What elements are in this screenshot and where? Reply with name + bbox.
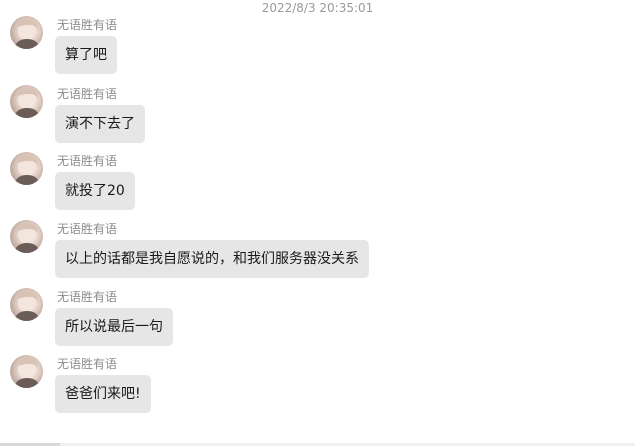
message-bubble[interactable]: 演不下去了 bbox=[55, 105, 145, 143]
avatar-icon[interactable] bbox=[10, 288, 43, 321]
sender-name: 无语胜有语 bbox=[57, 357, 118, 371]
sender-name: 无语胜有语 bbox=[57, 290, 118, 304]
avatar-icon[interactable] bbox=[10, 85, 43, 118]
chat-window: 2022/8/3 20:35:01 无语胜有语 算了吧 无语胜有语 演不下去了 bbox=[0, 0, 635, 446]
sender-name: 无语胜有语 bbox=[57, 87, 118, 101]
message-bubble[interactable]: 所以说最后一句 bbox=[55, 308, 173, 346]
avatar-icon[interactable] bbox=[10, 220, 43, 253]
sender-name: 无语胜有语 bbox=[57, 18, 118, 32]
avatar-icon[interactable] bbox=[10, 152, 43, 185]
message-bubble[interactable]: 以上的话都是我自愿说的，和我们服务器没关系 bbox=[55, 240, 369, 278]
message-row: 无语胜有语 就投了20 bbox=[10, 152, 620, 214]
message-bubble[interactable]: 就投了20 bbox=[55, 172, 135, 210]
message-row: 无语胜有语 爸爸们来吧! bbox=[10, 355, 620, 417]
message-row: 无语胜有语 算了吧 bbox=[10, 16, 620, 78]
avatar-icon[interactable] bbox=[10, 16, 43, 49]
message-timestamp: 2022/8/3 20:35:01 bbox=[261, 1, 374, 15]
sender-name: 无语胜有语 bbox=[57, 222, 118, 236]
avatar-icon[interactable] bbox=[10, 355, 43, 388]
message-bubble[interactable]: 爸爸们来吧! bbox=[55, 375, 151, 413]
sender-name: 无语胜有语 bbox=[57, 154, 118, 168]
message-bubble[interactable]: 算了吧 bbox=[55, 36, 117, 74]
message-row: 无语胜有语 以上的话都是我自愿说的，和我们服务器没关系 bbox=[10, 220, 620, 282]
message-row: 无语胜有语 演不下去了 bbox=[10, 85, 620, 147]
message-row: 无语胜有语 所以说最后一句 bbox=[10, 288, 620, 350]
